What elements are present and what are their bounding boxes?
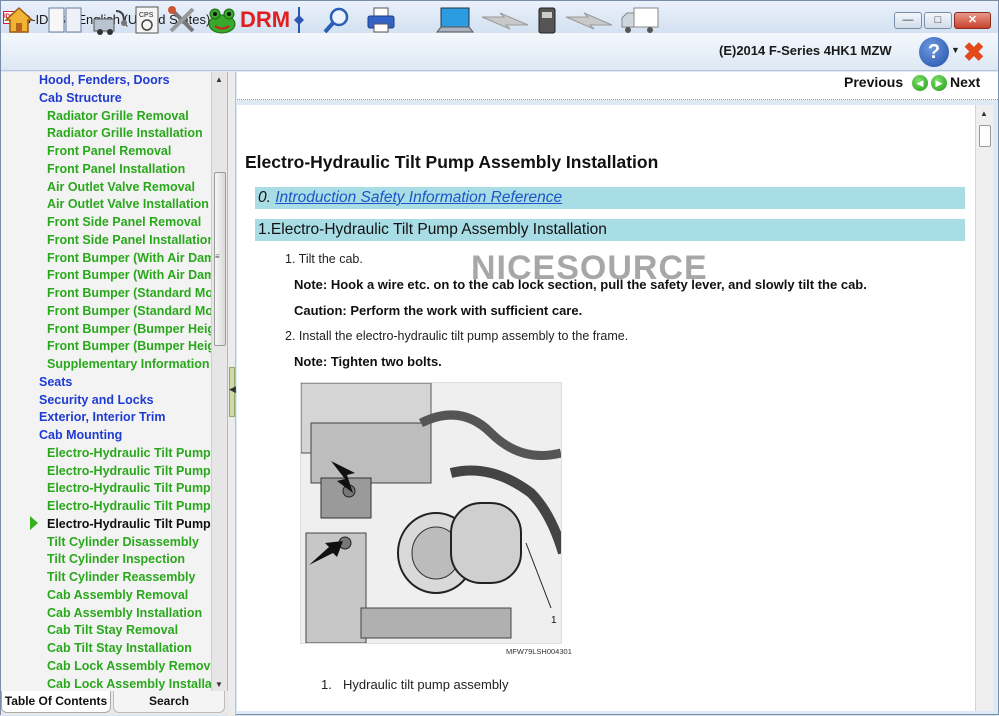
svg-text:CPS: CPS — [139, 12, 154, 19]
scroll-up-icon[interactable]: ▲ — [215, 75, 223, 84]
next-link[interactable]: Next — [950, 74, 980, 90]
tree-item[interactable]: Front Bumper (Standard Model) — [1, 302, 211, 320]
tree-category[interactable]: Cab Structure — [1, 89, 211, 107]
legend-number: 1. — [321, 677, 332, 692]
tree-item[interactable]: Front Bumper (Bumper Height) — [1, 320, 211, 338]
tree-item[interactable]: Tilt Cylinder Disassembly — [1, 533, 211, 551]
note-2: Note: Tighten two bolts. — [294, 354, 442, 369]
scroll-down-icon[interactable]: ▼ — [215, 680, 223, 689]
tree-item[interactable]: Front Panel Installation — [1, 160, 211, 178]
tree-category[interactable]: Seats — [1, 373, 211, 391]
interface-device-icon[interactable] — [535, 4, 559, 36]
content-scrollbar[interactable]: ▲ — [975, 105, 993, 711]
collapse-arrow-icon[interactable]: ◀ — [229, 384, 236, 395]
tools-icon[interactable] — [166, 4, 198, 36]
document-pane: Electro-Hydraulic Tilt Pump Assembly Ins… — [237, 105, 975, 711]
laptop-icon[interactable] — [435, 4, 475, 36]
tree-item[interactable]: Electro-Hydraulic Tilt Pump — [1, 462, 211, 480]
tree-item[interactable]: Air Outlet Valve Installation — [1, 195, 211, 213]
tab-search[interactable]: Search — [113, 691, 225, 713]
home-icon[interactable] — [3, 4, 35, 36]
exit-icon[interactable]: ✖ — [963, 37, 985, 67]
pin-icon[interactable] — [291, 4, 307, 36]
tree-item[interactable]: Radiator Grille Installation — [1, 124, 211, 142]
sidebar-tabs: Table Of Contents Search — [1, 691, 228, 715]
table-of-contents-tree: Cab Lock Assembly InstallationCab Lock A… — [1, 72, 228, 692]
tree-item[interactable]: Front Side Panel Installation — [1, 231, 211, 249]
tree-item[interactable]: Front Side Panel Removal — [1, 213, 211, 231]
tree-item[interactable]: Tilt Cylinder Reassembly — [1, 568, 211, 586]
tree-item[interactable]: Front Bumper (With Air Dam) — [1, 249, 211, 267]
legend-text: Hydraulic tilt pump assembly — [343, 677, 509, 692]
tree-item[interactable]: Electro-Hydraulic Tilt Pump — [1, 479, 211, 497]
tree-item[interactable]: Cab Assembly Installation — [1, 604, 211, 622]
help-icon[interactable]: ? — [919, 37, 949, 67]
tree-category[interactable]: Hood, Fenders, Doors — [1, 72, 211, 89]
navigation-bar: Previous ◀ ▶ Next — [237, 72, 998, 100]
page-title: Electro-Hydraulic Tilt Pump Assembly Ins… — [245, 152, 659, 172]
previous-arrow-icon[interactable]: ◀ — [912, 75, 928, 91]
tree-item[interactable]: Supplementary Information — [1, 355, 211, 373]
tree-category[interactable]: Exterior, Interior Trim — [1, 408, 211, 426]
selected-arrow-icon — [30, 516, 38, 530]
frog-icon[interactable] — [205, 4, 239, 36]
vehicle-label: (E)2014 F-Series 4HK1 MZW — [719, 43, 892, 58]
truck-icon[interactable] — [619, 4, 661, 36]
content-scroll-thumb[interactable] — [979, 125, 991, 147]
book-icon[interactable] — [46, 4, 84, 36]
step-1: 1. Tilt the cab. — [285, 252, 363, 266]
tree-item[interactable]: Cab Tilt Stay Installation — [1, 639, 211, 657]
tree-item[interactable]: Cab Lock Assembly Removal — [1, 657, 211, 675]
help-dropdown-icon[interactable]: ▼ — [951, 45, 960, 55]
tree-item[interactable]: Cab Lock Assembly Installation — [1, 675, 211, 693]
printer-icon[interactable] — [364, 4, 398, 36]
tree-item[interactable]: Front Bumper (Standard Model) — [1, 284, 211, 302]
previous-link[interactable]: Previous — [844, 74, 903, 90]
lightning-icon-2[interactable] — [563, 4, 615, 36]
magnifier-icon[interactable] — [321, 4, 353, 36]
step-2: 2. Install the electro-hydraulic tilt pu… — [285, 329, 629, 343]
figure-legend: 1. Hydraulic tilt pump assembly — [321, 677, 508, 692]
maximize-button[interactable]: □ — [924, 12, 952, 29]
tree-item[interactable]: Front Bumper (Bumper Height) — [1, 337, 211, 355]
caution-1: Caution: Perform the work with sufficien… — [294, 303, 583, 318]
tree-item[interactable]: Radiator Grille Removal — [1, 107, 211, 125]
installation-figure: 1 — [300, 382, 562, 644]
figure-callout: 1 — [551, 615, 557, 626]
content-scroll-up-icon[interactable]: ▲ — [980, 109, 988, 118]
cps-icon[interactable]: CPS — [134, 4, 160, 36]
tree-item[interactable]: Electro-Hydraulic Tilt Pump — [1, 444, 211, 462]
tree-item[interactable]: Front Panel Removal — [1, 142, 211, 160]
scroll-grip-icon: ≡ — [215, 252, 220, 261]
intro-number: 0. — [258, 189, 271, 206]
app-window: IDSS G-IDSS - English (United States) — … — [0, 0, 999, 716]
main-section-header: 1.Electro-Hydraulic Tilt Pump Assembly I… — [255, 219, 965, 241]
tree-category[interactable]: Security and Locks — [1, 391, 211, 409]
tree-item[interactable]: Cab Assembly Removal — [1, 586, 211, 604]
next-arrow-icon[interactable]: ▶ — [931, 75, 947, 91]
tree-item[interactable]: Air Outlet Valve Removal — [1, 178, 211, 196]
tree-item[interactable]: Tilt Cylinder Inspection — [1, 550, 211, 568]
tree-item[interactable]: Cab Tilt Stay Removal — [1, 621, 211, 639]
watermark: NICESOURCE — [471, 249, 708, 287]
intro-section-header: 0. Introduction Safety Information Refer… — [255, 187, 965, 209]
tree-item[interactable]: Front Bumper (With Air Dam) — [1, 266, 211, 284]
tree-category[interactable]: Cab Mounting — [1, 426, 211, 444]
lightning-icon[interactable] — [479, 4, 531, 36]
diagnosis-icon[interactable] — [91, 4, 131, 36]
tab-table-of-contents[interactable]: Table Of Contents — [1, 691, 111, 713]
sidebar-scrollbar[interactable]: ▲ ≡ ▼ — [211, 72, 227, 692]
minimize-button[interactable]: — — [894, 12, 922, 29]
safety-info-link[interactable]: Introduction Safety Information Referenc… — [275, 189, 562, 206]
drm-icon[interactable]: DRM — [240, 4, 290, 36]
close-button[interactable]: ✕ — [954, 12, 991, 29]
tree-item[interactable]: Electro-Hydraulic Tilt Pump — [1, 497, 211, 515]
figure-code: MFW79LSH004301 — [506, 647, 572, 656]
